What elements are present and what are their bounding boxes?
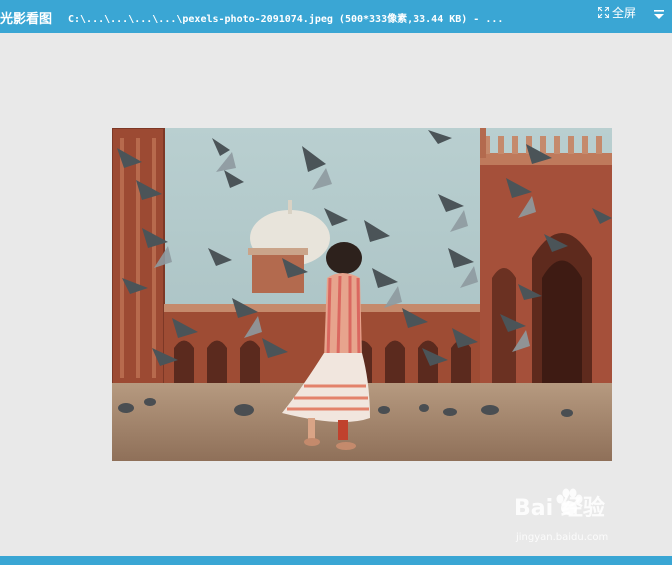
fullscreen-label: 全屏 — [612, 5, 637, 20]
baidu-paw-icon — [554, 488, 584, 522]
file-path-title: C:\...\...\...\...\pexels-photo-2091074.… — [68, 14, 504, 25]
fullscreen-button[interactable]: 全屏 — [598, 4, 636, 20]
watermark-url: jingyan.baidu.com — [516, 532, 609, 543]
photo-pigeons-girl — [112, 128, 612, 461]
baidu-jingyan-watermark: Bai 经验 jingyan.baidu.com — [514, 488, 644, 550]
app-name: 光影看图 — [0, 12, 53, 27]
dropdown-menu-button[interactable] — [653, 6, 665, 19]
title-bar: 光影看图 C:\...\...\...\...\pexels-photo-209… — [0, 0, 672, 33]
fullscreen-icon — [598, 6, 609, 18]
dropdown-menu-icon — [653, 6, 665, 25]
displayed-photo[interactable] — [112, 128, 612, 461]
bottom-bar — [0, 556, 672, 565]
